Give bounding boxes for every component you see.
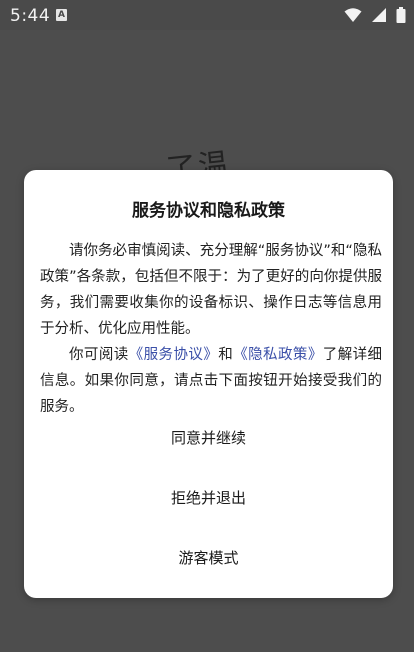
privacy-policy-dialog: 服务协议和隐私政策 请你务必审慎阅读、充分理解“服务协议”和“隐私政策”各条款，… xyxy=(24,170,393,598)
agree-continue-button[interactable]: 同意并继续 xyxy=(24,418,393,458)
service-agreement-link[interactable]: 《服务协议》 xyxy=(129,347,219,363)
privacy-policy-link[interactable]: 《隐私政策》 xyxy=(233,347,323,363)
dialog-paragraph-2: 你可阅读《服务协议》和《隐私政策》了解详细信息。如果你同意，请点击下面按钮开始接… xyxy=(40,342,382,420)
guest-mode-button[interactable]: 游客模式 xyxy=(24,538,393,578)
dialog-body: 请你务必审慎阅读、充分理解“服务协议”和“隐私政策”各条款，包括但不限于：为了更… xyxy=(40,238,382,420)
dialog-paragraph-1: 请你务必审慎阅读、充分理解“服务协议”和“隐私政策”各条款，包括但不限于：为了更… xyxy=(40,243,382,337)
status-icons xyxy=(340,7,406,23)
dialog-title: 服务协议和隐私政策 xyxy=(132,201,285,221)
reject-exit-button[interactable]: 拒绝并退出 xyxy=(24,478,393,518)
status-time: 5:44 xyxy=(10,6,51,26)
wifi-icon xyxy=(344,8,362,22)
paragraph-2-and: 和 xyxy=(218,347,234,363)
signal-icon xyxy=(371,8,386,22)
notification-icon: A xyxy=(56,9,67,21)
status-bar: 5:44 A xyxy=(0,0,414,30)
paragraph-2-prefix: 你可阅读 xyxy=(69,347,129,363)
battery-icon xyxy=(396,7,406,23)
